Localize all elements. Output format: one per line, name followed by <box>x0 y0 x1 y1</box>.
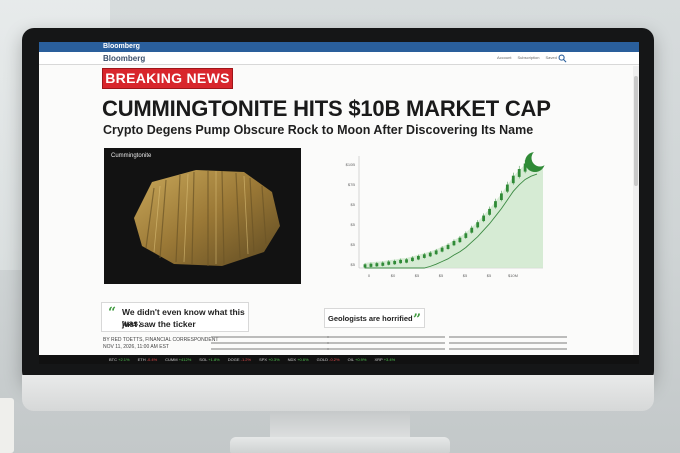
body-column-2 <box>327 336 445 354</box>
candle <box>434 250 438 255</box>
body-column-1 <box>211 336 329 354</box>
candle <box>517 169 521 177</box>
ticker-item[interactable]: DOGE -1.2% <box>228 357 251 362</box>
ticker-item[interactable]: GOLD -0.2% <box>317 357 340 362</box>
x-tick-label: $5 <box>463 273 468 278</box>
candle <box>428 252 432 257</box>
ticker-item[interactable]: OIL +0.9% <box>348 357 367 362</box>
rock-photo: Cummingtonite <box>104 148 301 284</box>
candle <box>381 262 385 266</box>
coffee-cup <box>0 398 14 453</box>
monitor-stand-foot <box>230 437 450 453</box>
byline-author: BY RED TOETTS, FINANCIAL CORRESPONDENT <box>103 337 219 343</box>
site-navbar: Bloomberg Account Subscription Saved <box>39 52 639 65</box>
y-tick-label: $5 <box>351 262 356 267</box>
price-chart: $10B $7B $5 $5 $5 $5 0 $0 $5 $5 $5 $5 $10M <box>307 146 549 292</box>
pull-quote-left: “ We didn't even know what this was; jus… <box>101 302 249 332</box>
x-tick-label: $10M <box>508 273 518 278</box>
ticker-item[interactable]: NDX +0.6% <box>288 357 309 362</box>
candle <box>405 259 408 263</box>
candle <box>375 263 379 267</box>
nav-link-saved[interactable]: Saved <box>545 55 556 60</box>
article-subheadline: Crypto Degens Pump Obscure Rock to Moon … <box>103 123 534 137</box>
y-tick-label: $7B <box>348 182 355 187</box>
moon-icon <box>525 149 549 172</box>
candle <box>363 264 367 268</box>
x-tick-label: $5 <box>439 273 444 278</box>
ticker-item[interactable]: SPX +0.3% <box>259 357 280 362</box>
candle <box>500 193 503 201</box>
byline-date: NOV 11, 2026, 11:00 AM EST <box>103 344 169 350</box>
candle <box>470 227 474 233</box>
browser-screen: Bloomberg Bloomberg Account Subscription… <box>39 42 639 364</box>
ticker-item[interactable]: SOL +1.8% <box>199 357 219 362</box>
y-tick-label: $5 <box>351 242 356 247</box>
pull-quote-right: Geologists are horrified ” <box>324 308 425 328</box>
ticker-item[interactable]: BTC +2.1% <box>109 357 130 362</box>
article-byline: BY RED TOETTS, FINANCIAL CORRESPONDENT N… <box>103 337 218 351</box>
scrollbar[interactable] <box>633 66 639 364</box>
market-ticker: BTC +2.1% ETH -0.4% CUMM +412% SOL +1.8% DOG… <box>39 355 639 364</box>
candle <box>387 261 391 265</box>
candle <box>393 260 397 265</box>
ticker-item[interactable]: CUMM +412% <box>165 357 191 362</box>
price-chart-svg: $10B $7B $5 $5 $5 $5 0 $0 $5 $5 $5 $5 $10M <box>346 149 549 278</box>
topbar-logo[interactable]: Bloomberg <box>103 43 140 50</box>
quote-right-text: Geologists are horrified <box>328 314 413 323</box>
x-tick-label: 0 <box>368 273 371 278</box>
x-tick-label: $0 <box>391 273 396 278</box>
ticker-item[interactable]: XRP +3.4% <box>374 357 395 362</box>
monitor-chin <box>22 375 654 411</box>
candle <box>422 254 426 258</box>
ticker-item[interactable]: ETH -0.4% <box>138 357 158 362</box>
scrollbar-thumb[interactable] <box>634 76 638 186</box>
candle <box>458 237 462 243</box>
candle <box>488 208 491 215</box>
candle <box>464 233 468 238</box>
x-tick-label: $5 <box>487 273 492 278</box>
site-topbar: Bloomberg <box>39 42 639 52</box>
candle <box>476 222 480 228</box>
y-tick-label: $5 <box>351 222 356 227</box>
article-headline: CUMMINGTONITE HITS $10B MARKET CAP <box>102 96 551 121</box>
search-icon[interactable] <box>558 54 567 63</box>
candle <box>494 201 497 208</box>
nav-link-subscription[interactable]: Subscription <box>517 55 539 60</box>
y-tick-label: $5 <box>351 202 356 207</box>
x-tick-label: $5 <box>415 273 420 278</box>
body-column-3 <box>449 336 567 354</box>
candle <box>369 263 373 267</box>
nav-link-account[interactable]: Account <box>497 55 511 60</box>
nav-links: Account Subscription Saved <box>497 55 557 60</box>
chart-area <box>365 159 543 268</box>
candle <box>446 244 450 249</box>
candle <box>505 184 509 192</box>
quote-open-icon: “ <box>108 305 117 321</box>
rock-image <box>134 170 280 266</box>
site-logo[interactable]: Bloomberg <box>103 54 145 63</box>
y-tick-label: $10B <box>346 162 356 167</box>
quote-close-icon: ” <box>413 312 422 328</box>
quote-left-line-2: just saw the ticker <box>122 319 196 329</box>
candle <box>416 255 420 260</box>
candle <box>452 241 456 246</box>
candle <box>511 175 515 184</box>
candle <box>411 257 414 262</box>
candle <box>482 215 486 222</box>
breaking-news-badge: BREAKING NEWS <box>102 68 233 89</box>
candle <box>440 247 444 252</box>
candle <box>399 259 402 264</box>
